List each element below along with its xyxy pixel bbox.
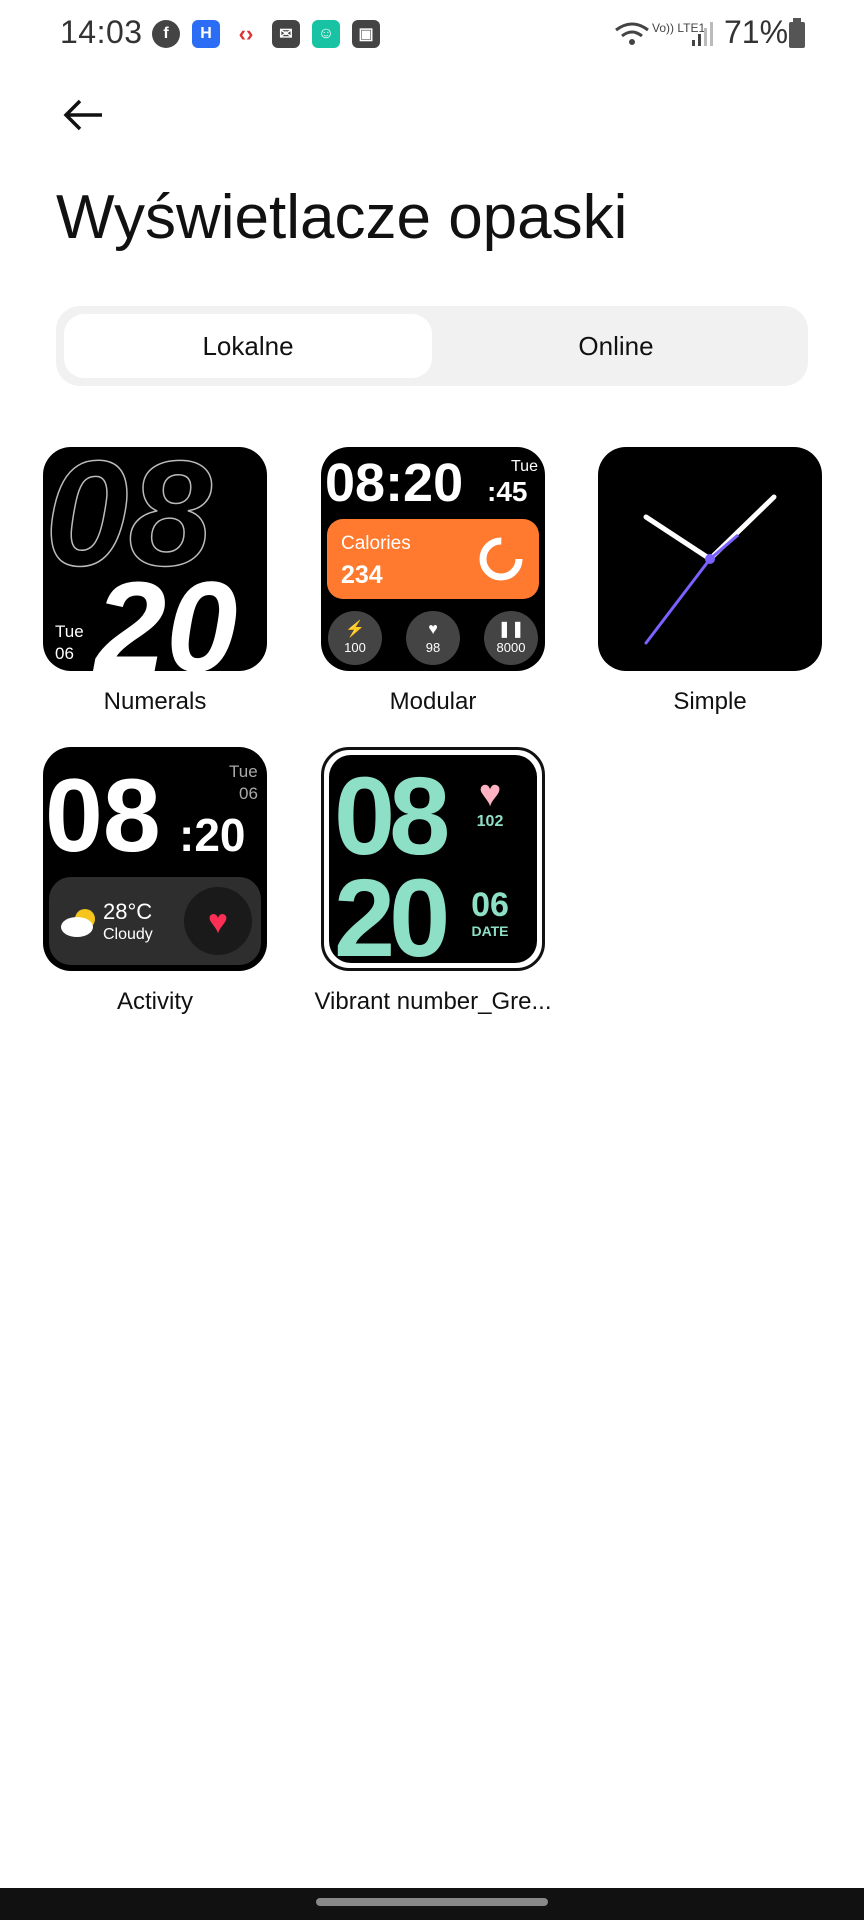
modular-day: Tue [511,458,538,475]
face-simple[interactable] [598,447,822,671]
modular-preview: 08:20 :45 Tue Calories 234 ⚡ ♥ ❚❚ 100 98… [325,453,539,665]
back-button[interactable] [56,90,112,146]
modular-time: 08:20 [325,453,463,513]
modular-seconds: :45 [487,476,527,507]
heart-icon: ♥ [208,903,228,941]
activity-hour: 08 [45,758,161,874]
tab-online[interactable]: Online [432,314,800,378]
face-label-vibrant-number: Vibrant number_Gre... [314,988,552,1015]
second-hand [644,557,712,645]
activity-minute: :20 [179,809,245,861]
home-gesture-handle[interactable] [316,1898,548,1906]
back-arrow-icon [63,99,102,131]
modular-stat-heart-value: 98 [426,640,440,655]
facebook-icon: f [152,20,180,48]
hour-hand [643,514,713,562]
modular-stat-steps [484,611,538,665]
heart-icon: ♥ [479,773,502,815]
modular-stat-heart [406,611,460,665]
face-label-simple: Simple [673,688,747,715]
status-bar: 14:03 f H ‹› ✉ ☺ ▣ Vo)) LTE1 71% [0,0,864,70]
second-hand-tail [709,533,739,561]
tab-local[interactable]: Lokalne [64,314,432,378]
mail-icon: ✉ [272,20,300,48]
carrefour-icon: ‹› [238,21,254,46]
modular-calories-value: 234 [341,561,383,589]
modular-stat-energy [328,611,382,665]
signal-icon [692,22,713,46]
activity-temp: 28°C [103,899,152,924]
mi-fitness-icon: ☺ [312,20,340,48]
cloud-icon [61,917,93,937]
face-label-numerals: Numerals [103,688,207,715]
face-numerals[interactable]: 08 20 Tue 06 [43,447,267,671]
modular-stat-steps-value: 8000 [497,640,526,655]
activity-date: 06 [239,784,258,803]
tab-switcher: Lokalne Online [56,306,808,386]
heart-icon: ♥ [428,621,438,638]
activity-weather: Cloudy [103,926,153,943]
activity-day: Tue [229,762,258,781]
bolt-icon: ⚡ [345,619,365,638]
face-vibrant-number[interactable]: 08 20 ♥ 102 06 DATE [321,747,545,971]
battery-percent: 71% [724,14,789,50]
face-activity[interactable]: 08 :20 Tue 06 28°C Cloudy ♥ [43,747,267,971]
vibrant-date-label: DATE [471,923,508,939]
face-modular[interactable]: 08:20 :45 Tue Calories 234 ⚡ ♥ ❚❚ 100 98… [321,447,545,671]
numerals-minute: 20 [93,556,237,671]
numerals-date: 06 [55,644,74,663]
gallery-icon: ▣ [352,20,380,48]
vibrant-heart-value: 102 [477,813,504,830]
face-label-activity: Activity [116,988,193,1015]
status-time: 14:03 [60,14,143,50]
battery-icon [789,18,805,48]
vibrant-date: 06 [471,886,509,924]
page-title: Wyświetlacze opaski [56,183,628,252]
modular-stat-energy-value: 100 [344,640,366,655]
vibrant-minute: 20 [334,857,446,968]
footsteps-icon: ❚❚ [498,621,525,638]
hands-pivot [705,554,715,564]
wifi-icon [615,22,649,45]
activity-preview: 08 :20 Tue 06 28°C Cloudy ♥ [45,758,261,965]
simple-preview [643,494,777,645]
modular-calories-label: Calories [341,533,411,554]
face-label-modular: Modular [389,688,477,715]
mi-app-icon: H [192,20,220,48]
numerals-preview: 08 20 Tue 06 [44,447,237,671]
vibrant-preview: 08 20 ♥ 102 06 DATE [329,755,537,968]
numerals-day: Tue [55,622,84,641]
